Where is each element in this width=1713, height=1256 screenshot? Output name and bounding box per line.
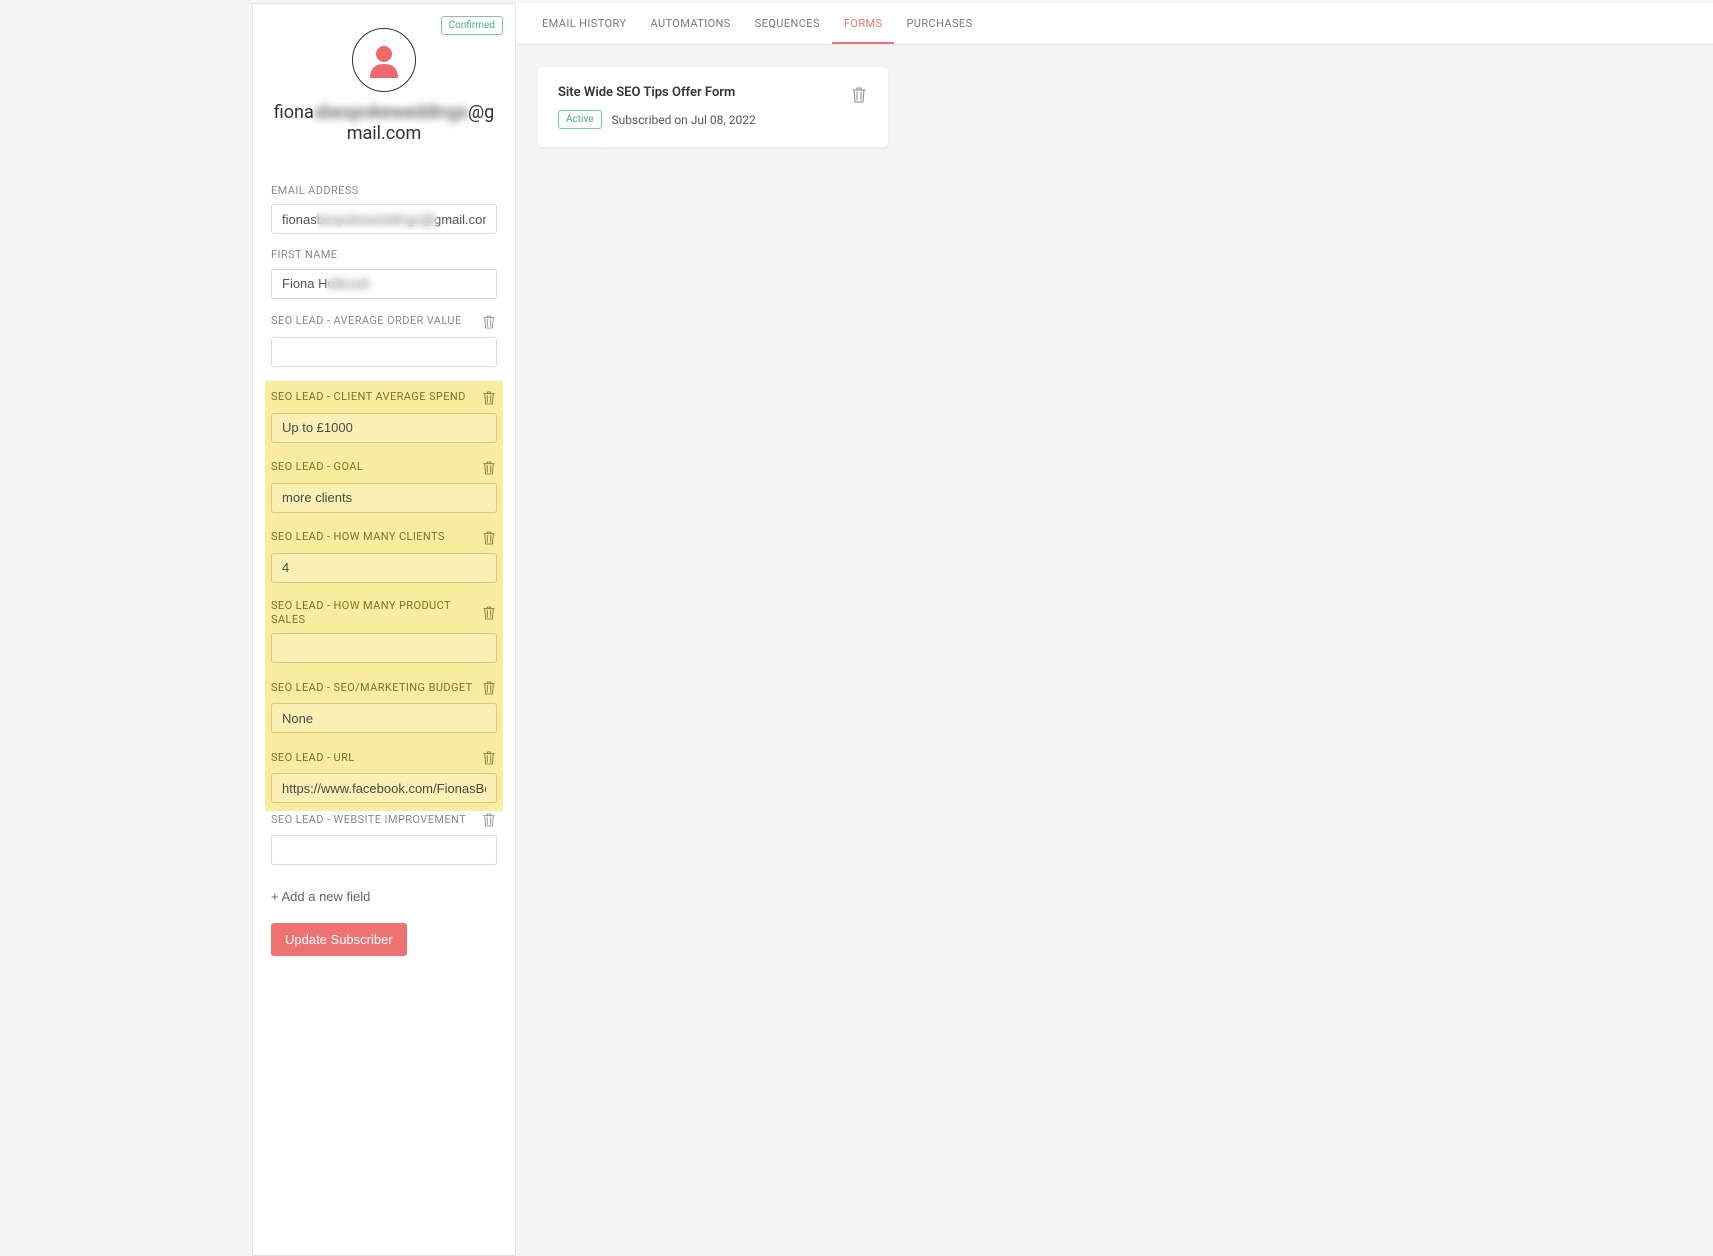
spend-input[interactable] xyxy=(271,413,497,443)
field-url: SEO LEAD - URL xyxy=(265,741,503,811)
delete-field-button[interactable] xyxy=(481,749,497,767)
clients-input[interactable] xyxy=(271,553,497,583)
field-budget: SEO LEAD - SEO/MARKETING BUDGET xyxy=(265,671,503,741)
delete-form-subscription-button[interactable] xyxy=(850,85,868,108)
field-aov: SEO LEAD - AVERAGE ORDER VALUE xyxy=(271,313,497,367)
budget-input[interactable] xyxy=(271,703,497,733)
delete-field-button[interactable] xyxy=(481,459,497,477)
delete-field-button[interactable] xyxy=(481,529,497,547)
field-label: SEO LEAD - URL xyxy=(271,751,355,765)
delete-field-button[interactable] xyxy=(481,389,497,407)
field-email: EMAIL ADDRESS xyxy=(271,184,497,234)
status-badge-confirmed: Confirmed xyxy=(441,16,503,35)
subscribed-date: Subscribed on Jul 08, 2022 xyxy=(612,113,756,127)
field-clients: SEO LEAD - HOW MANY CLIENTS xyxy=(265,521,503,591)
field-spend: SEO LEAD - CLIENT AVERAGE SPEND xyxy=(265,381,503,451)
field-products: SEO LEAD - HOW MANY PRODUCT SALES xyxy=(265,591,503,672)
add-field-link[interactable]: + Add a new field xyxy=(271,889,370,904)
delete-field-button[interactable] xyxy=(481,313,497,331)
field-label: SEO LEAD - GOAL xyxy=(271,460,363,474)
delete-field-button[interactable] xyxy=(481,811,497,829)
person-icon xyxy=(364,40,404,80)
subscriber-email-display: fionasbespokeweddings@gmail.com xyxy=(271,102,497,144)
tab-sequences[interactable]: SEQUENCES xyxy=(743,3,832,44)
products-input[interactable] xyxy=(271,633,497,663)
field-label: SEO LEAD - SEO/MARKETING BUDGET xyxy=(271,681,473,695)
avatar xyxy=(352,28,416,92)
field-label: SEO LEAD - AVERAGE ORDER VALUE xyxy=(271,314,462,328)
field-label: SEO LEAD - CLIENT AVERAGE SPEND xyxy=(271,390,466,404)
improve-input[interactable] xyxy=(271,835,497,865)
delete-field-button[interactable] xyxy=(481,679,497,697)
field-label: SEO LEAD - WEBSITE IMPROVEMENT xyxy=(271,813,466,827)
field-improve: SEO LEAD - WEBSITE IMPROVEMENT xyxy=(271,811,497,865)
goal-input[interactable] xyxy=(271,483,497,513)
aov-input[interactable] xyxy=(271,337,497,367)
trash-icon xyxy=(483,531,495,545)
url-input[interactable] xyxy=(271,773,497,803)
tab-automations[interactable]: AUTOMATIONS xyxy=(638,3,742,44)
trash-icon xyxy=(483,391,495,405)
tab-forms[interactable]: FORMS xyxy=(832,3,895,44)
tabs-bar: EMAIL HISTORY AUTOMATIONS SEQUENCES FORM… xyxy=(516,3,1713,45)
field-goal: SEO LEAD - GOAL xyxy=(265,451,503,521)
field-label: SEO LEAD - HOW MANY CLIENTS xyxy=(271,530,445,544)
first_name-input[interactable] xyxy=(271,269,497,299)
trash-icon xyxy=(852,87,866,103)
delete-field-button[interactable] xyxy=(481,604,497,622)
tab-email-history[interactable]: EMAIL HISTORY xyxy=(530,3,638,44)
trash-icon xyxy=(483,315,495,329)
trash-icon xyxy=(483,813,495,827)
form-subscription-card: Site Wide SEO Tips Offer Form Active Sub… xyxy=(538,67,888,147)
status-badge-active: Active xyxy=(558,110,602,129)
trash-icon xyxy=(483,606,495,620)
subscriber-sidebar: Confirmed fionasbespokeweddings@gmail.co… xyxy=(252,3,516,1256)
trash-icon xyxy=(483,751,495,765)
update-subscriber-button[interactable]: Update Subscriber xyxy=(271,923,407,956)
tab-purchases[interactable]: PURCHASES xyxy=(894,3,984,44)
form-card-title: Site Wide SEO Tips Offer Form xyxy=(558,85,850,100)
field-label: FIRST NAME xyxy=(271,248,337,262)
field-label: EMAIL ADDRESS xyxy=(271,184,359,198)
trash-icon xyxy=(483,681,495,695)
trash-icon xyxy=(483,461,495,475)
field-first_name: FIRST NAME xyxy=(271,248,497,298)
field-label: SEO LEAD - HOW MANY PRODUCT SALES xyxy=(271,599,481,628)
email-input[interactable] xyxy=(271,204,497,234)
